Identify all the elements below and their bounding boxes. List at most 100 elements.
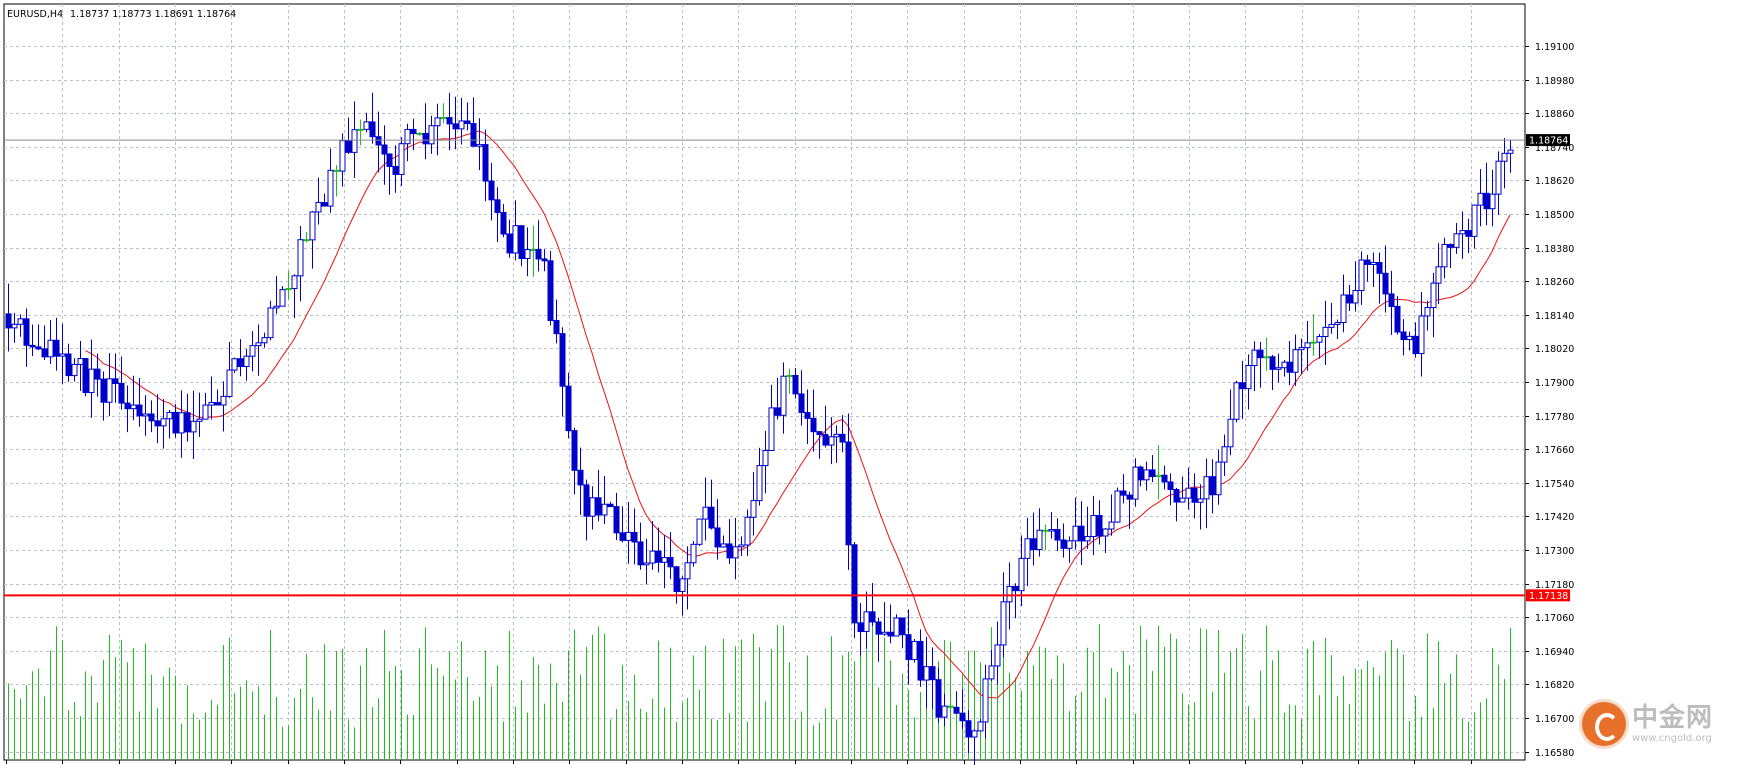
candle-body: [1292, 349, 1299, 373]
y-tick-label: 1.16820: [1535, 680, 1574, 691]
candle-body: [1120, 490, 1127, 496]
y-tick-label: 1.18620: [1535, 176, 1574, 187]
candle-body: [94, 368, 101, 380]
candle-body: [5, 313, 12, 329]
candle-body: [994, 644, 1001, 667]
candle-body: [1060, 539, 1067, 549]
candle-body: [303, 239, 310, 242]
candle-body: [249, 345, 256, 357]
candle-body: [1143, 469, 1150, 481]
candle-body: [500, 211, 507, 235]
candle-body: [708, 506, 715, 529]
candle-body: [744, 516, 751, 546]
time-axis: [6, 760, 1472, 764]
candle-body: [863, 611, 870, 633]
candle-body: [839, 433, 846, 443]
candle-body: [1096, 515, 1103, 537]
candlestick-chart[interactable]: 1.191001.189801.188601.187401.186201.185…: [0, 0, 1741, 765]
candle-body: [851, 544, 858, 624]
candle-body: [494, 199, 501, 213]
candle-body: [1185, 487, 1192, 499]
candle-body: [929, 666, 936, 681]
candle-body: [1430, 282, 1437, 309]
chart-window: 1.19100 1.18980 1.18860 1.18740 1.18620 1.185…: [0, 0, 1741, 765]
candle-body: [482, 144, 489, 182]
candle-body: [243, 355, 250, 368]
candle-body: [1340, 294, 1347, 324]
candle-body: [1346, 294, 1353, 304]
candle-body: [845, 441, 852, 546]
candle-body: [112, 378, 119, 385]
y-tick-label: 1.18140: [1535, 311, 1574, 322]
candle-body: [1155, 474, 1162, 478]
y-tick-label: 1.17780: [1535, 412, 1574, 423]
candle-body: [1400, 331, 1407, 341]
candle-body: [595, 497, 602, 516]
candle-body: [321, 202, 328, 207]
candle-body: [1364, 259, 1371, 265]
candle-body: [261, 337, 268, 344]
candle-body: [118, 383, 125, 404]
y-tick-label: 1.17660: [1535, 445, 1574, 456]
candle-body: [237, 358, 244, 368]
candle-body: [345, 140, 352, 153]
candle-body: [1412, 335, 1419, 355]
candle: [1233, 380, 1240, 423]
candle-body: [1418, 315, 1425, 355]
candle-body: [47, 339, 54, 358]
candle-body: [1167, 481, 1174, 491]
candle-body: [154, 420, 161, 427]
y-tick-label: 1.18500: [1535, 210, 1574, 221]
candle-body: [428, 125, 435, 145]
candle-body: [816, 431, 823, 436]
candle: [696, 518, 703, 547]
candle-body: [1197, 498, 1204, 503]
candle-body: [804, 411, 811, 419]
candle-body: [625, 531, 632, 541]
candle-body: [1161, 474, 1168, 483]
candle-body: [506, 233, 513, 254]
candle-body: [23, 318, 30, 346]
candle-body: [53, 339, 60, 357]
candle-body: [1477, 192, 1484, 206]
candle-body: [1269, 356, 1276, 370]
candle-body: [172, 411, 179, 434]
candle-body: [714, 527, 721, 548]
candle-body: [404, 128, 411, 145]
candle-body: [226, 369, 233, 397]
candle-body: [649, 550, 656, 564]
candle-body: [1459, 230, 1466, 235]
candle-body: [965, 720, 972, 738]
candle: [547, 250, 554, 326]
candle-body: [959, 712, 966, 722]
candle-body: [214, 402, 221, 406]
candle-body: [613, 506, 620, 534]
candle-body: [452, 123, 459, 130]
candle-body: [470, 123, 477, 147]
candle-body: [458, 120, 465, 130]
candle-body: [1203, 476, 1210, 500]
candle-body: [386, 153, 393, 167]
candle-body: [583, 484, 590, 517]
y-tick-label: 1.17900: [1535, 378, 1574, 389]
candle-body: [1263, 356, 1270, 359]
candle-body: [619, 532, 626, 541]
candle-body: [476, 144, 483, 147]
candle-body: [464, 120, 471, 125]
candle-body: [541, 258, 548, 262]
candle-body: [988, 665, 995, 680]
candle-body: [1078, 525, 1085, 542]
candle-body: [1286, 361, 1293, 373]
candle-body: [11, 323, 18, 329]
y-tick-label: 1.16940: [1535, 647, 1574, 658]
candle-body: [923, 666, 930, 681]
ohlc-values: 1.18737 1.18773 1.18691 1.18764: [70, 9, 236, 20]
candle-body: [29, 344, 36, 348]
candle-body: [208, 402, 215, 406]
y-tick-label: 1.17300: [1535, 546, 1574, 557]
candle-body: [1406, 335, 1413, 341]
candle-body: [1370, 262, 1377, 265]
candle-body: [607, 503, 614, 508]
candle-body: [434, 117, 441, 127]
candle-body: [273, 305, 280, 309]
